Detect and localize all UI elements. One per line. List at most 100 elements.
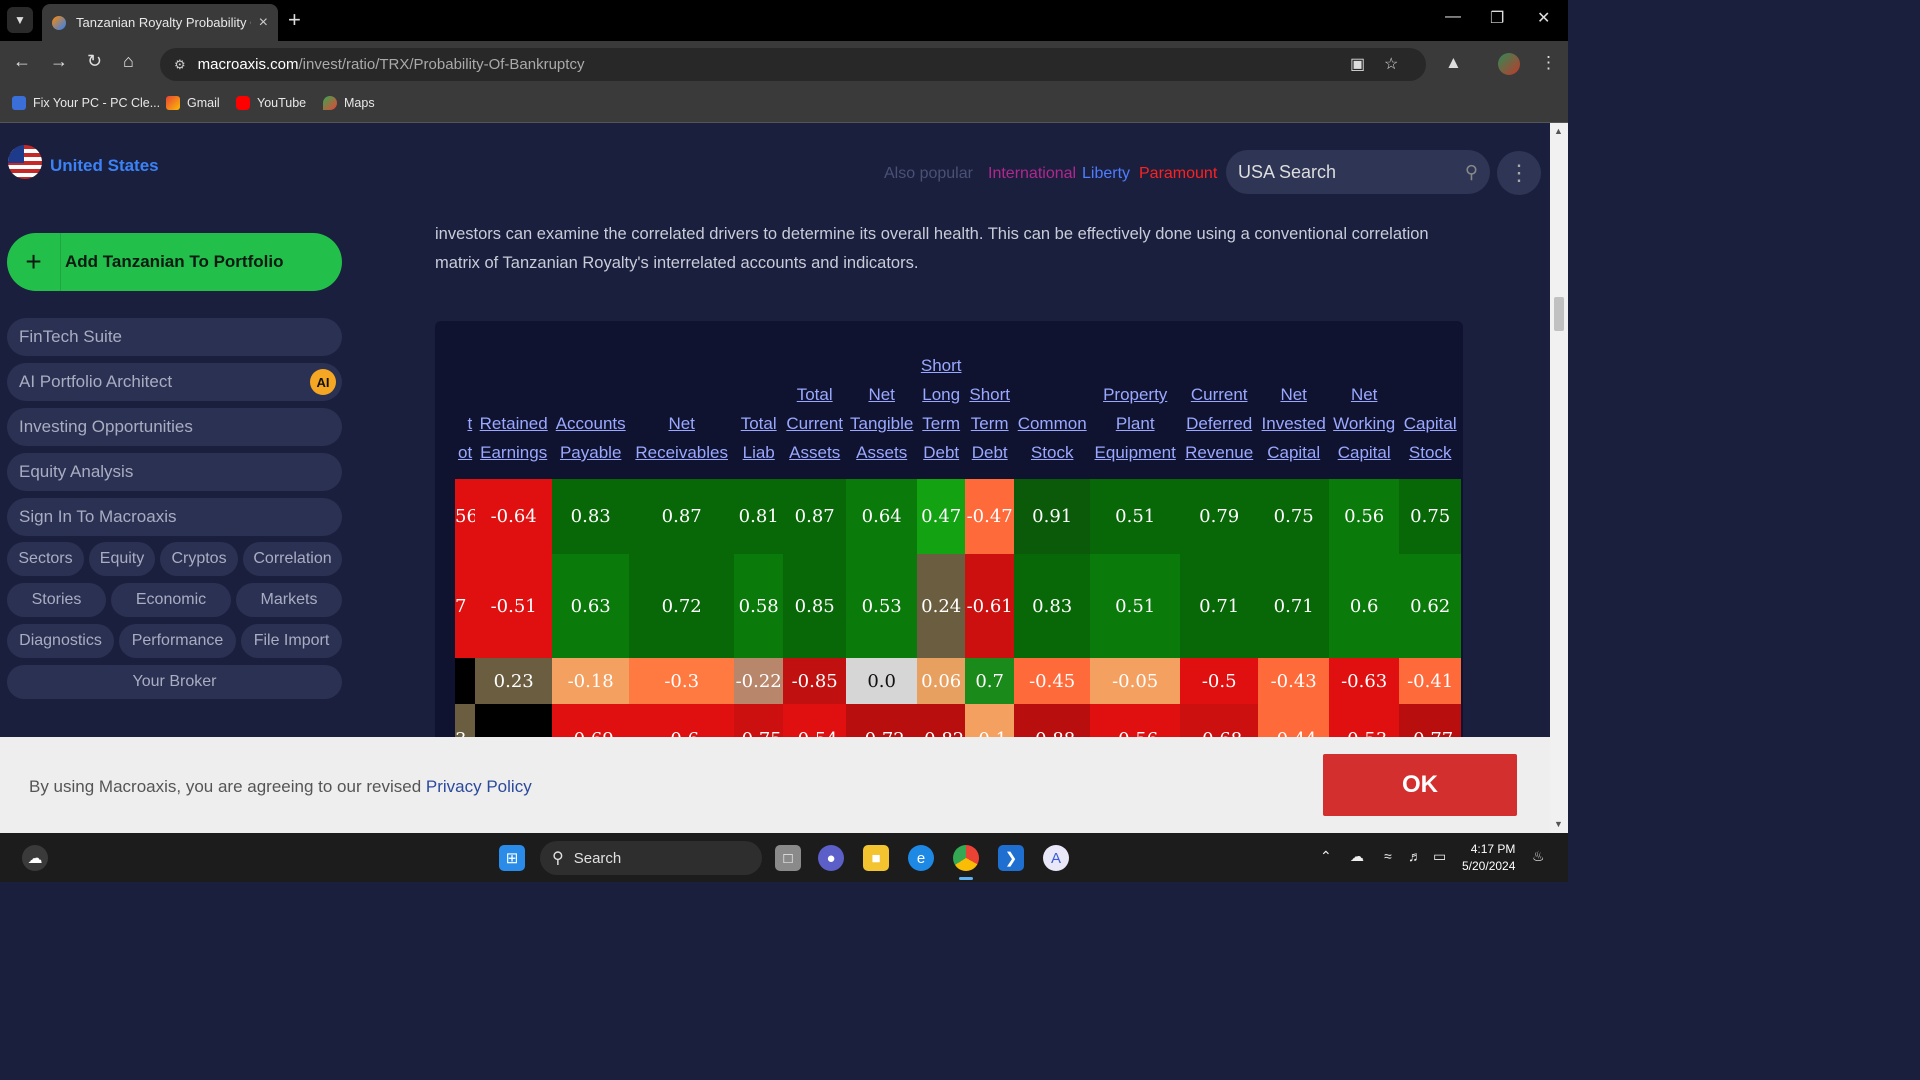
- pill-correlation[interactable]: Correlation: [243, 542, 342, 576]
- matrix-cell[interactable]: 0.79: [1180, 479, 1259, 554]
- window-close-icon[interactable]: ✕: [1537, 8, 1550, 28]
- more-options-icon[interactable]: ⋮: [1497, 151, 1541, 195]
- matrix-cell[interactable]: 0.47: [917, 479, 966, 554]
- matrix-cell[interactable]: 0.0: [846, 658, 918, 704]
- matrix-cell[interactable]: -0.85: [783, 658, 847, 704]
- system-clock[interactable]: 4:17 PM 5/20/2024: [1462, 841, 1515, 875]
- matrix-cell[interactable]: 0.71: [1180, 554, 1259, 658]
- privacy-policy-link[interactable]: Privacy Policy: [426, 777, 532, 796]
- menu-kebab-icon[interactable]: ⋮: [1540, 53, 1557, 73]
- close-icon[interactable]: ×: [259, 14, 268, 32]
- matrix-cell[interactable]: 0.23: [475, 658, 553, 704]
- pill-sectors[interactable]: Sectors: [7, 542, 84, 576]
- matrix-cell[interactable]: -0.18: [552, 658, 630, 704]
- minimize-icon[interactable]: —: [1445, 8, 1461, 26]
- ok-button[interactable]: OK: [1323, 754, 1517, 816]
- search-input[interactable]: USA Search ⚲: [1226, 150, 1490, 194]
- home-icon[interactable]: ⌂: [123, 51, 134, 72]
- pill-equity[interactable]: Equity: [89, 542, 155, 576]
- profile-avatar[interactable]: [1498, 53, 1520, 75]
- matrix-column-header[interactable]: Net Receivables: [629, 351, 734, 479]
- matrix-column-header[interactable]: Current Deferred Revenue: [1180, 351, 1258, 479]
- popular-link-paramount[interactable]: Paramount: [1139, 165, 1217, 183]
- matrix-cell[interactable]: 56: [455, 479, 476, 554]
- tab-list-button[interactable]: ▼: [7, 7, 33, 33]
- matrix-cell[interactable]: -0.41: [1399, 658, 1462, 704]
- file-explorer-icon[interactable]: ■: [863, 845, 889, 871]
- edge-browser-icon[interactable]: e: [908, 845, 934, 871]
- matrix-cell[interactable]: -0.22: [734, 658, 784, 704]
- matrix-cell[interactable]: 0.58: [734, 554, 784, 658]
- wifi-icon[interactable]: ≈: [1384, 848, 1392, 864]
- battery-icon[interactable]: ▭: [1433, 848, 1446, 865]
- pill-markets[interactable]: Markets: [236, 583, 342, 617]
- cloud-icon[interactable]: ☁: [1350, 848, 1364, 865]
- matrix-cell[interactable]: [455, 658, 476, 704]
- matrix-cell[interactable]: 0.63: [552, 554, 630, 658]
- matrix-cell[interactable]: 0.24: [917, 554, 966, 658]
- matrix-cell[interactable]: -0.5: [1180, 658, 1259, 704]
- site-info-icon[interactable]: ⚙: [174, 57, 186, 73]
- country-selector[interactable]: United States: [50, 156, 159, 176]
- install-app-icon[interactable]: ▣: [1350, 54, 1365, 74]
- matrix-cell[interactable]: 0.87: [629, 479, 735, 554]
- search-icon[interactable]: ⚲: [1465, 162, 1478, 183]
- app-store-icon[interactable]: A: [1043, 845, 1069, 871]
- chrome-browser-icon[interactable]: [953, 845, 979, 871]
- matrix-cell[interactable]: 0.91: [1014, 479, 1091, 554]
- matrix-column-header[interactable]: Retained Earnings: [475, 351, 552, 479]
- task-view-icon[interactable]: □: [775, 845, 801, 871]
- sidebar-item-ai-portfolio-architect[interactable]: AI Portfolio Architect AI: [7, 363, 342, 401]
- pill-your-broker[interactable]: Your Broker: [7, 665, 342, 699]
- matrix-column-header[interactable]: Property Plant Equipment: [1090, 351, 1180, 479]
- matrix-cell[interactable]: 0.62: [1399, 554, 1462, 658]
- matrix-cell[interactable]: 0.87: [783, 479, 847, 554]
- matrix-cell[interactable]: 0.81: [734, 479, 784, 554]
- add-to-portfolio-button[interactable]: + Add Tanzanian To Portfolio: [7, 233, 342, 291]
- matrix-cell[interactable]: -0.64: [475, 479, 553, 554]
- matrix-column-header[interactable]: Net Tangible Assets: [846, 351, 917, 479]
- windows-start-icon[interactable]: ⊞: [499, 845, 525, 871]
- matrix-cell[interactable]: -0.3: [629, 658, 735, 704]
- matrix-cell[interactable]: 0.83: [552, 479, 630, 554]
- matrix-column-header[interactable]: t ot: [455, 351, 475, 479]
- reload-icon[interactable]: ↻: [87, 51, 102, 72]
- matrix-cell[interactable]: -0.45: [1014, 658, 1091, 704]
- matrix-cell[interactable]: 0.56: [1329, 479, 1400, 554]
- us-flag-icon[interactable]: [8, 145, 42, 179]
- matrix-cell[interactable]: 0.7: [965, 658, 1015, 704]
- matrix-cell[interactable]: 0.6: [1329, 554, 1400, 658]
- matrix-cell[interactable]: 0.51: [1090, 479, 1181, 554]
- matrix-cell[interactable]: 0.71: [1258, 554, 1330, 658]
- taskbar-search[interactable]: ⚲ Search: [540, 841, 762, 875]
- weather-icon[interactable]: ☁: [22, 845, 48, 871]
- address-bar[interactable]: ⚙ macroaxis.com/invest/ratio/TRX/Probabi…: [160, 48, 1426, 81]
- matrix-column-header[interactable]: Total Current Assets: [783, 351, 846, 479]
- matrix-cell[interactable]: -0.05: [1090, 658, 1181, 704]
- sidebar-item-equity-analysis[interactable]: Equity Analysis: [7, 453, 342, 491]
- chevron-up-icon[interactable]: ⌃: [1320, 848, 1332, 865]
- scroll-down-icon[interactable]: ▼: [1554, 819, 1563, 829]
- scroll-up-icon[interactable]: ▲: [1554, 126, 1563, 136]
- matrix-cell[interactable]: -0.43: [1258, 658, 1330, 704]
- pill-file-import[interactable]: File Import: [241, 624, 342, 658]
- vscode-icon[interactable]: ❯: [998, 845, 1024, 871]
- volume-icon[interactable]: ♬: [1408, 848, 1422, 864]
- matrix-cell[interactable]: -0.51: [475, 554, 553, 658]
- bookmark-youtube[interactable]: YouTube: [236, 96, 306, 110]
- notification-bell-icon[interactable]: ♨: [1532, 848, 1545, 865]
- matrix-cell[interactable]: -0.61: [965, 554, 1015, 658]
- pill-stories[interactable]: Stories: [7, 583, 106, 617]
- pill-performance[interactable]: Performance: [119, 624, 236, 658]
- page-scrollbar[interactable]: ▲ ▼: [1550, 123, 1568, 833]
- matrix-cell[interactable]: 0.53: [846, 554, 918, 658]
- bookmark-star-icon[interactable]: ☆: [1384, 54, 1398, 74]
- pill-economic[interactable]: Economic: [111, 583, 231, 617]
- browser-tab[interactable]: Tanzanian Royalty Probability O ×: [42, 4, 278, 41]
- matrix-column-header[interactable]: Net Working Capital: [1329, 351, 1399, 479]
- forward-icon[interactable]: →: [50, 51, 68, 72]
- teams-chat-icon[interactable]: ●: [818, 845, 844, 871]
- matrix-cell[interactable]: 0.06: [917, 658, 966, 704]
- matrix-column-header[interactable]: Common Stock: [1014, 351, 1090, 479]
- bookmark-gmail[interactable]: Gmail: [166, 96, 220, 110]
